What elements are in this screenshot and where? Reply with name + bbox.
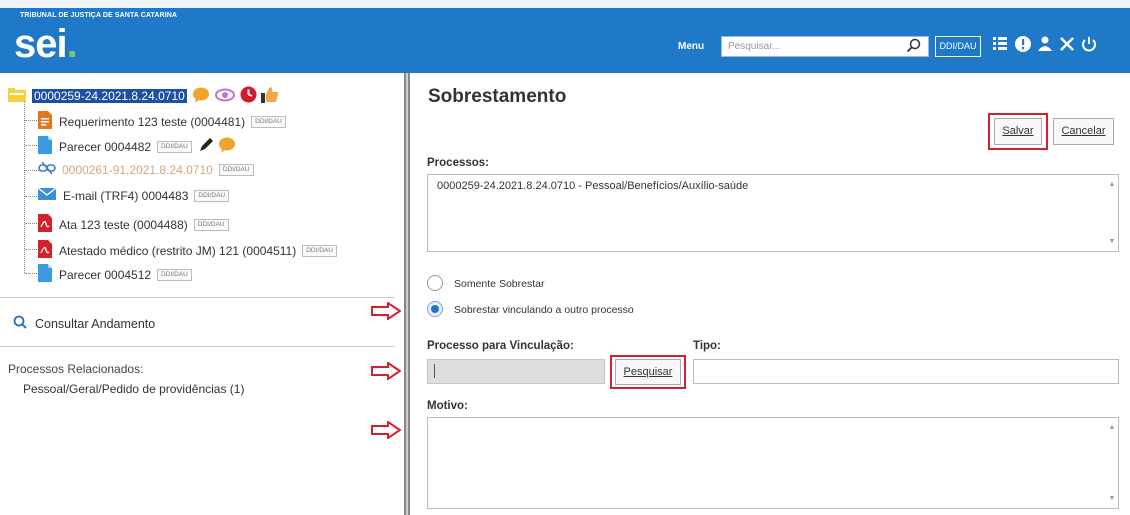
info-icon[interactable] — [1014, 35, 1032, 58]
processos-value[interactable]: 0000259-24.2021.8.24.0710 - Pessoal/Bene… — [437, 180, 748, 192]
link-broken-icon — [38, 161, 56, 178]
email-icon — [37, 187, 57, 204]
consultar-label[interactable]: Consultar Andamento — [35, 317, 155, 331]
user-icon[interactable] — [1036, 35, 1054, 58]
pdf-icon — [38, 240, 52, 261]
tree-item[interactable]: Ata 123 teste (0004488) DDI/DAU — [38, 214, 229, 235]
tree-item-label[interactable]: Parecer 0004512 — [59, 268, 151, 282]
divider — [0, 297, 395, 298]
tools-icon[interactable] — [1058, 35, 1076, 58]
org-name: TRIBUNAL DE JUSTIÇA DE SANTA CATARINA — [20, 12, 178, 19]
tree-item-label[interactable]: 0000261-91.2021.8.24.0710 — [62, 163, 213, 177]
comment-icon[interactable] — [192, 87, 210, 106]
tree-item-label[interactable]: Parecer 0004482 — [59, 140, 151, 154]
annotation-arrow-icon — [371, 362, 401, 380]
tree-item[interactable]: E-mail (TRF4) 0004483 DDI/DAU — [37, 187, 230, 204]
unit-tag: DDI/DAU — [218, 163, 254, 176]
salvar-button[interactable]: Salvar — [994, 118, 1042, 145]
relacionados-item[interactable]: Pessoal/Geral/Pedido de providências (1) — [23, 382, 244, 396]
annotation-arrow-icon — [371, 302, 401, 320]
vinculacao-input[interactable] — [427, 359, 605, 384]
divider — [0, 346, 395, 347]
processos-label: Processos: — [427, 157, 490, 169]
tree-branch — [25, 223, 39, 224]
eye-icon[interactable] — [214, 88, 235, 105]
tree-branch — [25, 249, 39, 250]
tree-line — [24, 101, 25, 273]
logo-dot: . — [66, 22, 78, 66]
scroll-down-icon[interactable]: ▼ — [1108, 238, 1116, 245]
doc-icon — [38, 136, 52, 157]
tree-item-label[interactable]: Atestado médico (restrito JM) 121 (00045… — [59, 244, 296, 258]
folder-icon — [8, 87, 26, 105]
menu-button[interactable]: Menu — [678, 41, 704, 52]
relacionados-title: Processos Relacionados: — [8, 362, 144, 376]
search-icon — [13, 315, 27, 332]
search-icon[interactable] — [906, 38, 924, 54]
root-process-number[interactable]: 0000259-24.2021.8.24.0710 — [32, 89, 187, 103]
resizer-inner — [406, 73, 408, 515]
radio-sobrestar-vinculando[interactable] — [427, 301, 443, 317]
vinculacao-label: Processo para Vinculação: — [427, 340, 574, 352]
power-icon[interactable] — [1080, 35, 1098, 58]
radio-somente-label[interactable]: Somente Sobrestar — [454, 278, 544, 290]
tree-branch — [25, 273, 39, 274]
text-cursor — [434, 364, 435, 378]
pesquisar-button[interactable]: Pesquisar — [615, 359, 681, 385]
tree-item-label[interactable]: Requerimento 123 teste (0004481) — [59, 115, 245, 129]
unit-tag: DDI/DAU — [157, 140, 192, 153]
tipo-label: Tipo: — [693, 340, 721, 352]
radio-vinculando-label[interactable]: Sobrestar vinculando a outro processo — [454, 304, 634, 316]
tipo-input[interactable] — [693, 359, 1119, 384]
consultar-andamento-link[interactable]: Consultar Andamento — [13, 315, 155, 332]
search-input[interactable] — [721, 36, 929, 57]
clock-icon[interactable] — [240, 86, 257, 106]
cancelar-button[interactable]: Cancelar — [1053, 118, 1114, 145]
tree-branch — [25, 170, 39, 171]
tree-branch — [25, 145, 39, 146]
scroll-down-icon[interactable]: ▼ — [1108, 495, 1116, 502]
doc-icon — [38, 264, 52, 285]
unit-selector[interactable]: DDI/DAU — [935, 36, 981, 57]
motivo-textarea[interactable]: ▲ ▼ — [427, 417, 1119, 509]
header-top-strip — [0, 0, 1130, 8]
tree-item[interactable]: Parecer 0004512 DDI/DAU — [38, 264, 192, 285]
scroll-up-icon[interactable]: ▲ — [1108, 424, 1116, 431]
app-header: TRIBUNAL DE JUSTIÇA DE SANTA CATARINA se… — [0, 0, 1130, 73]
tree-item[interactable]: 0000261-91.2021.8.24.0710 DDI/DAU — [38, 161, 254, 178]
grid-icon[interactable] — [992, 35, 1008, 56]
annotation-arrow-icon — [371, 421, 401, 439]
tree-item-label[interactable]: E-mail (TRF4) 0004483 — [63, 189, 188, 203]
pen-icon[interactable] — [198, 137, 214, 156]
radio-somente-sobrestar[interactable] — [427, 275, 443, 291]
thumbs-up-icon[interactable] — [260, 86, 279, 106]
logo-text: sei — [14, 22, 68, 66]
unit-tag: DDI/DAU — [194, 189, 230, 202]
unit-tag: DDI/DAU — [251, 115, 286, 128]
unit-tag: DDI/DAU — [193, 218, 229, 231]
scroll-up-icon[interactable]: ▲ — [1108, 181, 1116, 188]
comment-icon[interactable] — [218, 137, 236, 156]
tree-item[interactable]: Atestado médico (restrito JM) 121 (00045… — [38, 240, 337, 261]
tree-item-label[interactable]: Ata 123 teste (0004488) — [59, 218, 188, 232]
tree-item[interactable]: Parecer 0004482 DDI/DAU — [38, 136, 236, 157]
processos-listbox[interactable]: 0000259-24.2021.8.24.0710 - Pessoal/Bene… — [427, 174, 1119, 252]
unit-tag: DDI/DAU — [302, 244, 337, 257]
tree-item[interactable]: Requerimento 123 teste (0004481) DDI/DAU — [38, 111, 286, 132]
pdf-icon — [38, 214, 52, 235]
sei-logo[interactable]: sei. — [14, 22, 78, 66]
motivo-label: Motivo: — [427, 400, 468, 412]
tree-root-row[interactable]: 0000259-24.2021.8.24.0710 — [8, 86, 279, 106]
page-title: Sobrestamento — [428, 86, 567, 107]
tree-branch — [25, 196, 39, 197]
form-doc-icon — [38, 111, 52, 132]
tree-branch — [25, 120, 39, 121]
unit-tag: DDI/DAU — [157, 268, 192, 281]
process-tree-panel: 0000259-24.2021.8.24.0710 Requerimento 1… — [0, 73, 404, 515]
sobrestamento-form: Sobrestamento Salvar Cancelar Processos:… — [410, 73, 1130, 515]
